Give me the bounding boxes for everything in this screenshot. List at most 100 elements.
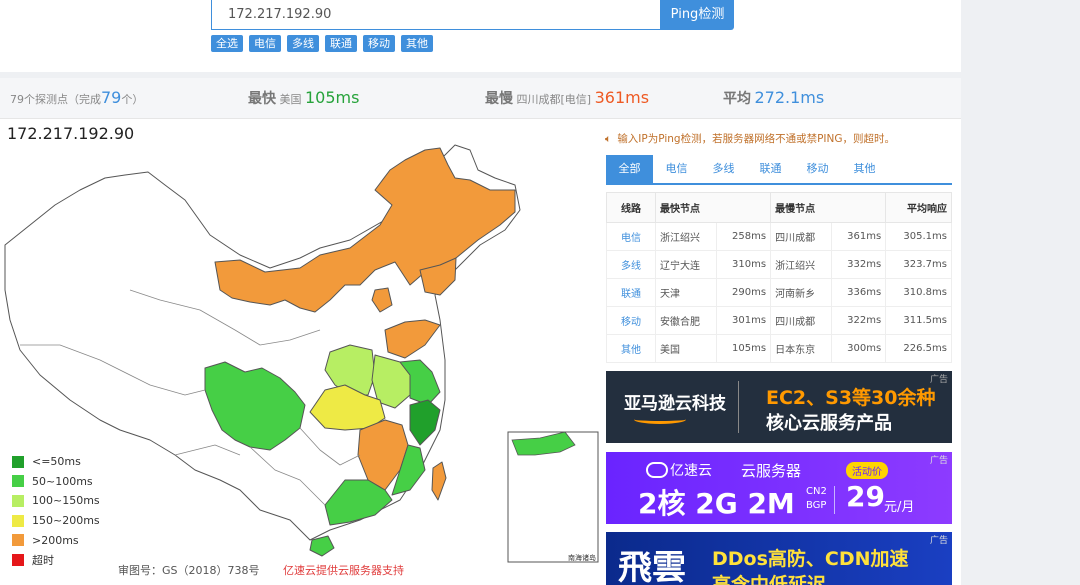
table-row: 多线 辽宁大连 310ms 浙江绍兴 332ms 323.7ms	[606, 250, 952, 279]
feiyun-line1: DDos高防、CDN加速	[712, 548, 909, 570]
line-link[interactable]: 其他	[606, 334, 656, 363]
slow-node: 浙江绍兴	[770, 250, 833, 279]
filter-unicom-button[interactable]: 联通	[325, 35, 357, 52]
legend-swatch	[12, 534, 24, 547]
aws-line1: EC2、S3等30余种	[766, 387, 936, 409]
legend-item: <=50ms	[12, 452, 100, 472]
legend-item: 150~200ms	[12, 511, 100, 531]
stats-bar: 79个探测点（完成79个） 最快 美国 105ms 最慢 四川成都[电信] 36…	[0, 78, 961, 119]
slow-node: 四川成都	[770, 306, 833, 335]
ping-check-button[interactable]: Ping检测	[661, 0, 734, 30]
fast-node: 浙江绍兴	[654, 222, 718, 251]
fast-node: 美国	[654, 334, 718, 363]
tab-other[interactable]: 其他	[841, 155, 888, 183]
map-legend: <=50ms 50~100ms 100~150ms 150~200ms >200…	[12, 452, 100, 570]
slow-node: 日本东京	[770, 334, 833, 363]
yisu-net-bgp: BGP	[806, 500, 827, 511]
avg-ms: 310.8ms	[885, 278, 952, 307]
fast-ms: 258ms	[716, 222, 772, 251]
col-fastest: 最快节点	[654, 192, 772, 223]
tab-telecom[interactable]: 电信	[653, 155, 700, 183]
yisu-price: 29	[846, 480, 885, 513]
line-link[interactable]: 移动	[606, 306, 656, 335]
slow-ms: 361ms	[831, 222, 887, 251]
avg-ms: 226.5ms	[885, 334, 952, 363]
col-line: 线路	[606, 192, 656, 223]
region-taiwan	[431, 461, 447, 501]
ip-search-input[interactable]	[211, 0, 661, 30]
yisu-price-unit: 元/月	[884, 500, 915, 515]
legend-swatch	[12, 553, 24, 566]
yisu-brand: 亿速云	[670, 463, 712, 479]
legend-item: 50~100ms	[12, 472, 100, 492]
fast-node: 天津	[654, 278, 718, 307]
aws-line2: 核心云服务产品	[766, 413, 892, 434]
feiyun-brand: 飛雲	[618, 548, 686, 585]
map-approval-number: 审图号：GS（2018）738号	[118, 564, 260, 577]
filter-all-button[interactable]: 全选	[211, 35, 243, 52]
ad-tag: 广告	[929, 536, 948, 546]
ad-banner-feiyun[interactable]: 广告 飛雲 DDos高防、CDN加速 高含中低延迟	[606, 532, 952, 585]
fast-node: 辽宁大连	[654, 250, 718, 279]
avg-ms: 311.5ms	[885, 306, 952, 335]
yisu-net-cn2: CN2	[806, 486, 827, 497]
tab-all[interactable]: 全部	[606, 155, 653, 183]
feiyun-line2: 高含中低延迟	[712, 574, 827, 585]
legend-swatch	[12, 514, 24, 527]
filter-other-button[interactable]: 其他	[401, 35, 433, 52]
line-link[interactable]: 联通	[606, 278, 656, 307]
tab-multiline[interactable]: 多线	[700, 155, 747, 183]
ad-banner-aws[interactable]: 广告 亚马逊云科技 EC2、S3等30余种 核心云服务产品	[606, 371, 952, 443]
slow-ms: 322ms	[831, 306, 887, 335]
cloud-logo-icon	[646, 462, 668, 478]
yisu-specs: 2核 2G 2M	[638, 487, 795, 520]
fast-ms: 290ms	[716, 278, 772, 307]
probe-count: 79个探测点（完成79个）	[10, 88, 144, 107]
legend-swatch	[12, 475, 24, 488]
south-sea-inset-label: 南海诸岛	[568, 553, 596, 562]
aws-smile-icon	[634, 415, 686, 424]
isp-tabs: 全部 电信 多线 联通 移动 其他	[606, 155, 952, 185]
slowest-stat: 最慢 四川成都[电信] 361ms	[485, 88, 650, 107]
average-stat: 平均 272.1ms	[723, 88, 825, 107]
line-link[interactable]: 多线	[606, 250, 656, 279]
table-row: 移动 安徽合肥 301ms 四川成都 322ms 311.5ms	[606, 306, 952, 335]
table-row: 联通 天津 290ms 河南新乡 336ms 310.8ms	[606, 278, 952, 307]
legend-item: >200ms	[12, 530, 100, 550]
provider-link[interactable]: 亿速云提供云服务器支持	[283, 564, 404, 577]
ad-divider	[834, 486, 835, 514]
legend-swatch	[12, 455, 24, 468]
isp-summary-table: 线路 最快节点 最慢节点 平均响应 电信 浙江绍兴 258ms 四川成都 361…	[606, 192, 952, 363]
table-row: 其他 美国 105ms 日本东京 300ms 226.5ms	[606, 334, 952, 363]
ad-tag: 广告	[929, 456, 948, 466]
filter-button-row: 全选 电信 多线 联通 移动 其他	[211, 35, 433, 52]
yisu-badge: 活动价	[846, 462, 888, 479]
region-hainan	[309, 535, 335, 557]
line-link[interactable]: 电信	[606, 222, 656, 251]
yisu-title: 云服务器	[741, 462, 802, 480]
slow-ms: 336ms	[831, 278, 887, 307]
ad-divider	[738, 381, 739, 433]
speaker-icon: 🔈︎	[605, 133, 612, 145]
page-gutter	[961, 0, 1080, 585]
table-row: 电信 浙江绍兴 258ms 四川成都 361ms 305.1ms	[606, 222, 952, 251]
fast-ms: 105ms	[716, 334, 772, 363]
filter-telecom-button[interactable]: 电信	[249, 35, 281, 52]
slow-node: 四川成都	[770, 222, 833, 251]
table-header-row: 线路 最快节点 最慢节点 平均响应	[606, 192, 952, 223]
ad-banner-yisu[interactable]: 广告 亿速云 云服务器 活动价 2核 2G 2M CN2 BGP 29 元/月	[606, 452, 952, 524]
legend-swatch	[12, 494, 24, 507]
fastest-stat: 最快 美国 105ms	[248, 88, 360, 107]
slow-ms: 332ms	[831, 250, 887, 279]
fast-ms: 301ms	[716, 306, 772, 335]
tab-mobile[interactable]: 移动	[794, 155, 841, 183]
tab-unicom[interactable]: 联通	[747, 155, 794, 183]
filter-mobile-button[interactable]: 移动	[363, 35, 395, 52]
col-average: 平均响应	[885, 192, 952, 223]
avg-ms: 323.7ms	[885, 250, 952, 279]
avg-ms: 305.1ms	[885, 222, 952, 251]
filter-multiline-button[interactable]: 多线	[287, 35, 319, 52]
slow-node: 河南新乡	[770, 278, 833, 307]
slow-ms: 300ms	[831, 334, 887, 363]
legend-item: 超时	[12, 550, 100, 570]
